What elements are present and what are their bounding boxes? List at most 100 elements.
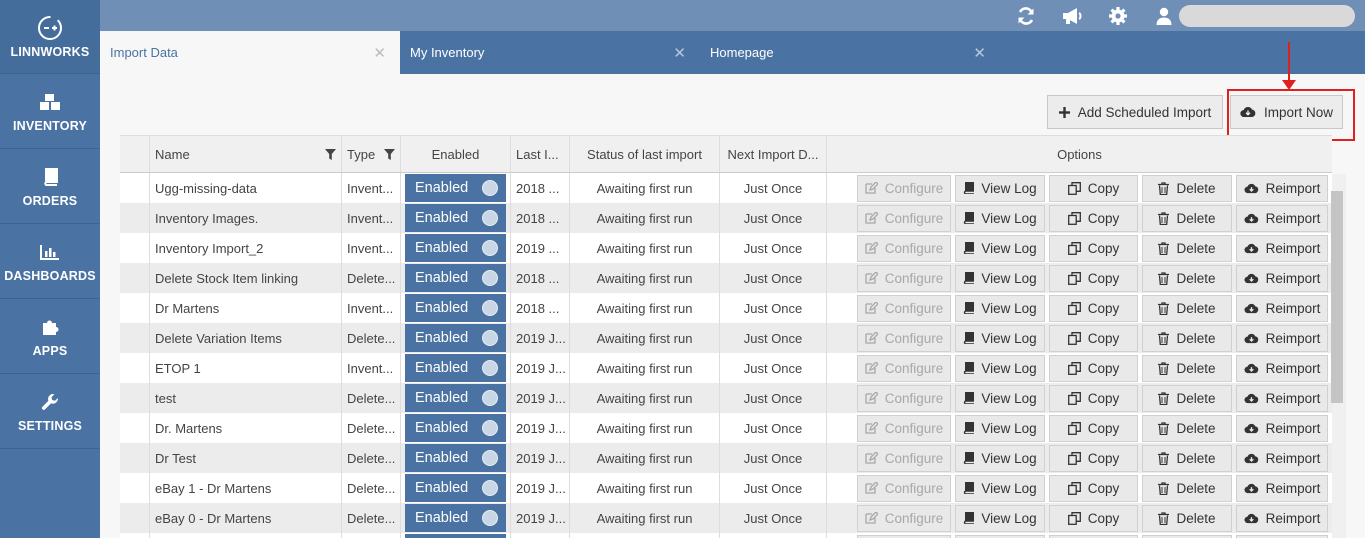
delete-button[interactable]: Delete (1142, 204, 1232, 232)
view-log-button[interactable]: View Log (955, 444, 1045, 472)
delete-button[interactable]: Delete (1142, 534, 1232, 538)
table-row[interactable]: eBay 0 - Dr Martens Delete... Enabled 20… (120, 503, 1332, 533)
configure-button[interactable]: Configure (857, 204, 951, 232)
delete-button[interactable]: Delete (1142, 324, 1232, 352)
delete-button[interactable]: Delete (1142, 474, 1232, 502)
delete-button[interactable]: Delete (1142, 264, 1232, 292)
reimport-button[interactable]: Reimport (1236, 444, 1328, 472)
enabled-toggle[interactable]: Enabled (405, 294, 506, 322)
gear-icon[interactable] (1095, 0, 1141, 31)
close-icon[interactable]: ✕ (373, 44, 386, 62)
enabled-toggle[interactable]: Enabled (405, 414, 506, 442)
row-select-cell[interactable] (120, 203, 150, 233)
sidebar-item-settings[interactable]: SETTINGS (0, 374, 100, 449)
header-type[interactable]: Type (342, 136, 401, 172)
row-select-cell[interactable] (120, 323, 150, 353)
close-icon[interactable]: ✕ (673, 44, 686, 62)
header-last-import[interactable]: Last I... (511, 136, 570, 172)
table-row[interactable]: Dr. Martens Delete... Enabled 2019 J... … (120, 413, 1332, 443)
reimport-button[interactable]: Reimport (1236, 204, 1328, 232)
view-log-button[interactable]: View Log (955, 264, 1045, 292)
table-row[interactable]: Inventory Images. Invent... Enabled 2018… (120, 203, 1332, 233)
header-enabled[interactable]: Enabled (401, 136, 511, 172)
reimport-button[interactable]: Reimport (1236, 294, 1328, 322)
configure-button[interactable]: Configure (857, 174, 951, 202)
user-name-pill[interactable] (1179, 4, 1355, 27)
sidebar-item-dashboards[interactable]: DASHBOARDS (0, 224, 100, 299)
view-log-button[interactable]: View Log (955, 384, 1045, 412)
configure-button[interactable]: Configure (857, 414, 951, 442)
row-select-cell[interactable] (120, 383, 150, 413)
copy-button[interactable]: Copy (1049, 234, 1138, 262)
filter-icon[interactable] (384, 148, 395, 160)
enabled-toggle[interactable] (405, 534, 506, 538)
enabled-toggle[interactable]: Enabled (405, 234, 506, 262)
delete-button[interactable]: Delete (1142, 444, 1232, 472)
reimport-button[interactable]: Reimport (1236, 354, 1328, 382)
enabled-toggle[interactable]: Enabled (405, 324, 506, 352)
sidebar-item-apps[interactable]: APPS (0, 299, 100, 374)
delete-button[interactable]: Delete (1142, 384, 1232, 412)
enabled-toggle[interactable]: Enabled (405, 204, 506, 232)
enabled-toggle[interactable]: Enabled (405, 504, 506, 532)
scrollbar-thumb[interactable] (1331, 191, 1343, 403)
reimport-button[interactable]: Reimport (1236, 384, 1328, 412)
view-log-button[interactable]: View Log (955, 294, 1045, 322)
configure-button[interactable]: Configure (857, 504, 951, 532)
copy-button[interactable]: Copy (1049, 534, 1138, 538)
linnworks-logo[interactable]: LINNWORKS (0, 0, 100, 74)
sidebar-item-inventory[interactable]: INVENTORY (0, 74, 100, 149)
configure-button[interactable]: Configure (857, 534, 951, 538)
table-row[interactable]: Delete Variation Items Delete... Enabled… (120, 323, 1332, 353)
configure-button[interactable]: Configure (857, 354, 951, 382)
configure-button[interactable]: Configure (857, 444, 951, 472)
reimport-button[interactable]: Reimport (1236, 534, 1328, 538)
row-select-cell[interactable] (120, 233, 150, 263)
copy-button[interactable]: Copy (1049, 474, 1138, 502)
row-select-cell[interactable] (120, 173, 150, 203)
delete-button[interactable]: Delete (1142, 414, 1232, 442)
view-log-button[interactable]: View Log (955, 324, 1045, 352)
configure-button[interactable]: Configure (857, 384, 951, 412)
reimport-button[interactable]: Reimport (1236, 324, 1328, 352)
reimport-button[interactable]: Reimport (1236, 504, 1328, 532)
megaphone-icon[interactable] (1049, 0, 1095, 31)
row-select-cell[interactable] (120, 353, 150, 383)
copy-button[interactable]: Copy (1049, 504, 1138, 532)
select-all-cell[interactable] (120, 136, 150, 172)
enabled-toggle[interactable]: Enabled (405, 174, 506, 202)
row-select-cell[interactable] (120, 263, 150, 293)
close-icon[interactable]: ✕ (973, 44, 986, 62)
row-select-cell[interactable] (120, 533, 150, 538)
copy-button[interactable]: Copy (1049, 264, 1138, 292)
header-next-import[interactable]: Next Import D... (720, 136, 827, 172)
copy-button[interactable]: Copy (1049, 204, 1138, 232)
view-log-button[interactable]: View Log (955, 204, 1045, 232)
row-select-cell[interactable] (120, 503, 150, 533)
filter-icon[interactable] (325, 148, 336, 160)
delete-button[interactable]: Delete (1142, 354, 1232, 382)
enabled-toggle[interactable]: Enabled (405, 354, 506, 382)
table-row[interactable]: ETOP 1 Invent... Enabled 2019 J... Await… (120, 353, 1332, 383)
tab-homepage[interactable]: Homepage ✕ (700, 31, 1000, 74)
reimport-button[interactable]: Reimport (1236, 174, 1328, 202)
table-row[interactable]: Inventory Import_2 Invent... Enabled 201… (120, 233, 1332, 263)
reimport-button[interactable]: Reimport (1236, 264, 1328, 292)
reimport-button[interactable]: Reimport (1236, 474, 1328, 502)
tab-import-data[interactable]: Import Data ✕ (100, 31, 400, 74)
row-select-cell[interactable] (120, 443, 150, 473)
table-row[interactable]: eBay 1 - Dr Martens Delete... Enabled 20… (120, 473, 1332, 503)
enabled-toggle[interactable]: Enabled (405, 474, 506, 502)
configure-button[interactable]: Configure (857, 474, 951, 502)
configure-button[interactable]: Configure (857, 294, 951, 322)
reimport-button[interactable]: Reimport (1236, 414, 1328, 442)
row-select-cell[interactable] (120, 293, 150, 323)
copy-button[interactable]: Copy (1049, 294, 1138, 322)
enabled-toggle[interactable]: Enabled (405, 264, 506, 292)
delete-button[interactable]: Delete (1142, 174, 1232, 202)
view-log-button[interactable]: View Log (955, 174, 1045, 202)
reimport-button[interactable]: Reimport (1236, 234, 1328, 262)
view-log-button[interactable]: View Log (955, 534, 1045, 538)
row-select-cell[interactable] (120, 413, 150, 443)
header-status[interactable]: Status of last import (570, 136, 720, 172)
